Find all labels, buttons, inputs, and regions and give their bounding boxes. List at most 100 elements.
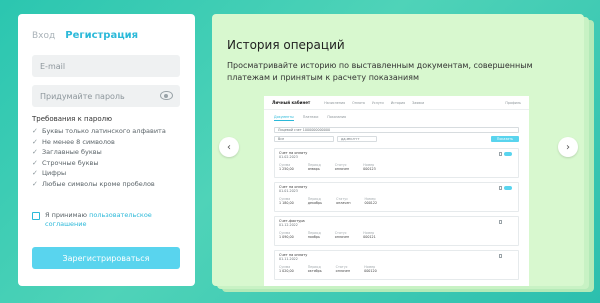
requirement-label: Не менее 8 символов	[42, 137, 115, 146]
preview-col-value: 000122	[364, 201, 378, 205]
copy-icon	[499, 186, 502, 190]
preview-card-cols: Сумма 1 180,00 Период декабрь Статус оплаче…	[279, 197, 514, 205]
agreement-checkbox[interactable]	[32, 212, 40, 220]
preview-col-value: 1 090,00	[279, 235, 294, 239]
copy-icon	[499, 254, 502, 258]
requirement-item: ✓ Строчные буквы	[32, 158, 181, 169]
check-icon: ✓	[32, 137, 38, 146]
preview-tab: Документы	[274, 115, 294, 121]
requirement-item: ✓ Любые символы кроме пробелов	[32, 179, 181, 190]
preview-col-value: оплачен	[335, 269, 351, 273]
preview-card-cols: Сумма 1 020,00 Период октябрь Статус оплаче…	[279, 265, 514, 273]
preview-col: Номер 000122	[365, 197, 378, 205]
preview-card-date: 01.02.2023	[279, 155, 298, 159]
preview-col: Период октябрь	[308, 265, 322, 273]
agreement-label: Я принимаю	[45, 211, 88, 219]
preview-col: Сумма 1 020,00	[279, 265, 294, 273]
requirement-label: Любые символы кроме пробелов	[42, 179, 155, 188]
preview-col-value: 000121	[363, 235, 376, 239]
preview-col-value: декабрь	[307, 201, 323, 205]
preview-col-value: оплачен	[336, 201, 351, 205]
preview-nav-item: Заявки	[412, 100, 425, 105]
preview-nav: Начисления Оплата Услуги История Заявки	[324, 101, 424, 105]
preview-col-value: 1 250,00	[279, 167, 294, 171]
tab-login[interactable]: Вход	[32, 31, 55, 41]
carousel-prev-button[interactable]: ‹	[219, 137, 239, 157]
preview-card-cols: Сумма 1 090,00 Период ноябрь Статус оплачен…	[279, 231, 514, 239]
preview-col: Статус оплачен	[336, 265, 350, 273]
preview-col-value: оплачен	[334, 167, 350, 171]
preview-col-value: 000120	[364, 269, 377, 273]
preview-date-filter: дд.мм.гггг	[337, 136, 377, 142]
agreement-text: Я принимаю пользовательское соглашение	[45, 211, 181, 229]
copy-icon	[499, 152, 502, 156]
preview-filters: Лицевой счет 1000000000000 Все дд.мм.ггг…	[274, 127, 519, 142]
check-icon: ✓	[32, 179, 38, 188]
preview-col-value: 1 180,00	[279, 201, 294, 205]
email-field[interactable]	[40, 61, 150, 71]
chevron-left-icon: ‹	[227, 141, 231, 153]
preview-nav-item: Услуги	[371, 100, 384, 105]
tab-register[interactable]: Регистрация	[65, 30, 138, 41]
preview-col: Сумма 1 180,00	[279, 197, 294, 205]
preview-col-value: 1 020,00	[279, 269, 294, 273]
preview-logo: Личный кабинет	[272, 100, 311, 105]
requirement-label: Заглавные буквы	[42, 148, 102, 157]
preview-card: Счет на оплату 01.11.2022 Сумма 1 020,00 …	[274, 250, 519, 280]
promo-description: Просматривайте историю по выставленным д…	[227, 61, 533, 82]
check-icon: ✓	[32, 148, 38, 157]
preview-col: Период январь	[308, 163, 321, 171]
carousel-next-button[interactable]: ›	[558, 137, 578, 157]
password-field[interactable]	[40, 91, 150, 101]
preview-screenshot: Личный кабинет Начисления Оплата Услуги …	[264, 96, 529, 286]
preview-col: Сумма 1 090,00	[279, 231, 294, 239]
preview-show-button: Показать	[490, 136, 519, 142]
requirement-item: ✓ Заглавные буквы	[32, 147, 181, 158]
preview-nav-item: Оплата	[352, 100, 365, 105]
check-icon: ✓	[32, 169, 38, 178]
preview-nav-item: Начисления	[324, 100, 346, 105]
requirement-item: ✓ Буквы только латинского алфавита	[32, 126, 181, 137]
preview-account-filter: Лицевой счет 1000000000000	[274, 127, 519, 133]
preview-col: Сумма 1 250,00	[279, 163, 294, 171]
preview-card-date: 01.01.2023	[279, 189, 298, 193]
preview-col-value: 000123	[363, 167, 376, 171]
password-field-wrapper	[32, 85, 180, 107]
toggle-icon	[504, 152, 512, 156]
preview-col: Статус оплачен	[336, 197, 350, 205]
preview-col: Статус оплачен	[335, 231, 349, 239]
register-button[interactable]: Зарегистрироваться	[32, 247, 180, 269]
preview-tab: Платежи	[302, 115, 319, 119]
preview-tabs: Документы Платежи Показания	[264, 110, 529, 121]
requirement-label: Строчные буквы	[42, 158, 99, 167]
eye-icon[interactable]	[160, 91, 173, 100]
preview-card-list: Счет на оплату 01.02.2023 Сумма 1 250,00 …	[274, 148, 519, 280]
requirements-title: Требования к паролю	[32, 115, 113, 123]
requirement-item: ✓ Не менее 8 символов	[32, 137, 181, 148]
check-icon: ✓	[32, 127, 38, 136]
email-field-wrapper	[32, 55, 180, 77]
preview-filter-row: Все дд.мм.гггг Показать	[274, 136, 519, 142]
requirement-label: Буквы только латинского алфавита	[42, 127, 166, 136]
preview-nav-item: История	[390, 100, 406, 105]
preview-col-value: октябрь	[307, 269, 322, 273]
requirement-label: Цифры	[42, 169, 67, 178]
preview-tab: Показания	[327, 115, 346, 119]
preview-user: Профиль	[505, 100, 521, 105]
preview-col: Период ноябрь	[308, 231, 321, 239]
preview-col: Номер 000120	[364, 265, 377, 273]
auth-tabs: Вход Регистрация	[32, 30, 181, 41]
preview-col: Период декабрь	[308, 197, 322, 205]
preview-period-filter: Все	[274, 136, 334, 142]
chevron-right-icon: ›	[566, 141, 570, 153]
copy-icon	[499, 220, 502, 224]
requirement-item: ✓ Цифры	[32, 168, 181, 179]
preview-col: Номер 000121	[363, 231, 376, 239]
preview-card-cols: Сумма 1 250,00 Период январь Статус оплачен…	[279, 163, 514, 171]
preview-card-date: 01.12.2022	[279, 223, 298, 227]
preview-col: Статус оплачен	[335, 163, 349, 171]
preview-col-value: ноябрь	[307, 235, 320, 239]
toggle-icon	[504, 186, 512, 190]
preview-card: Счет-фактура 01.12.2022 Сумма 1 090,00 Пе…	[274, 216, 519, 246]
requirements-list: ✓ Буквы только латинского алфавита ✓ Не ме…	[32, 126, 181, 189]
